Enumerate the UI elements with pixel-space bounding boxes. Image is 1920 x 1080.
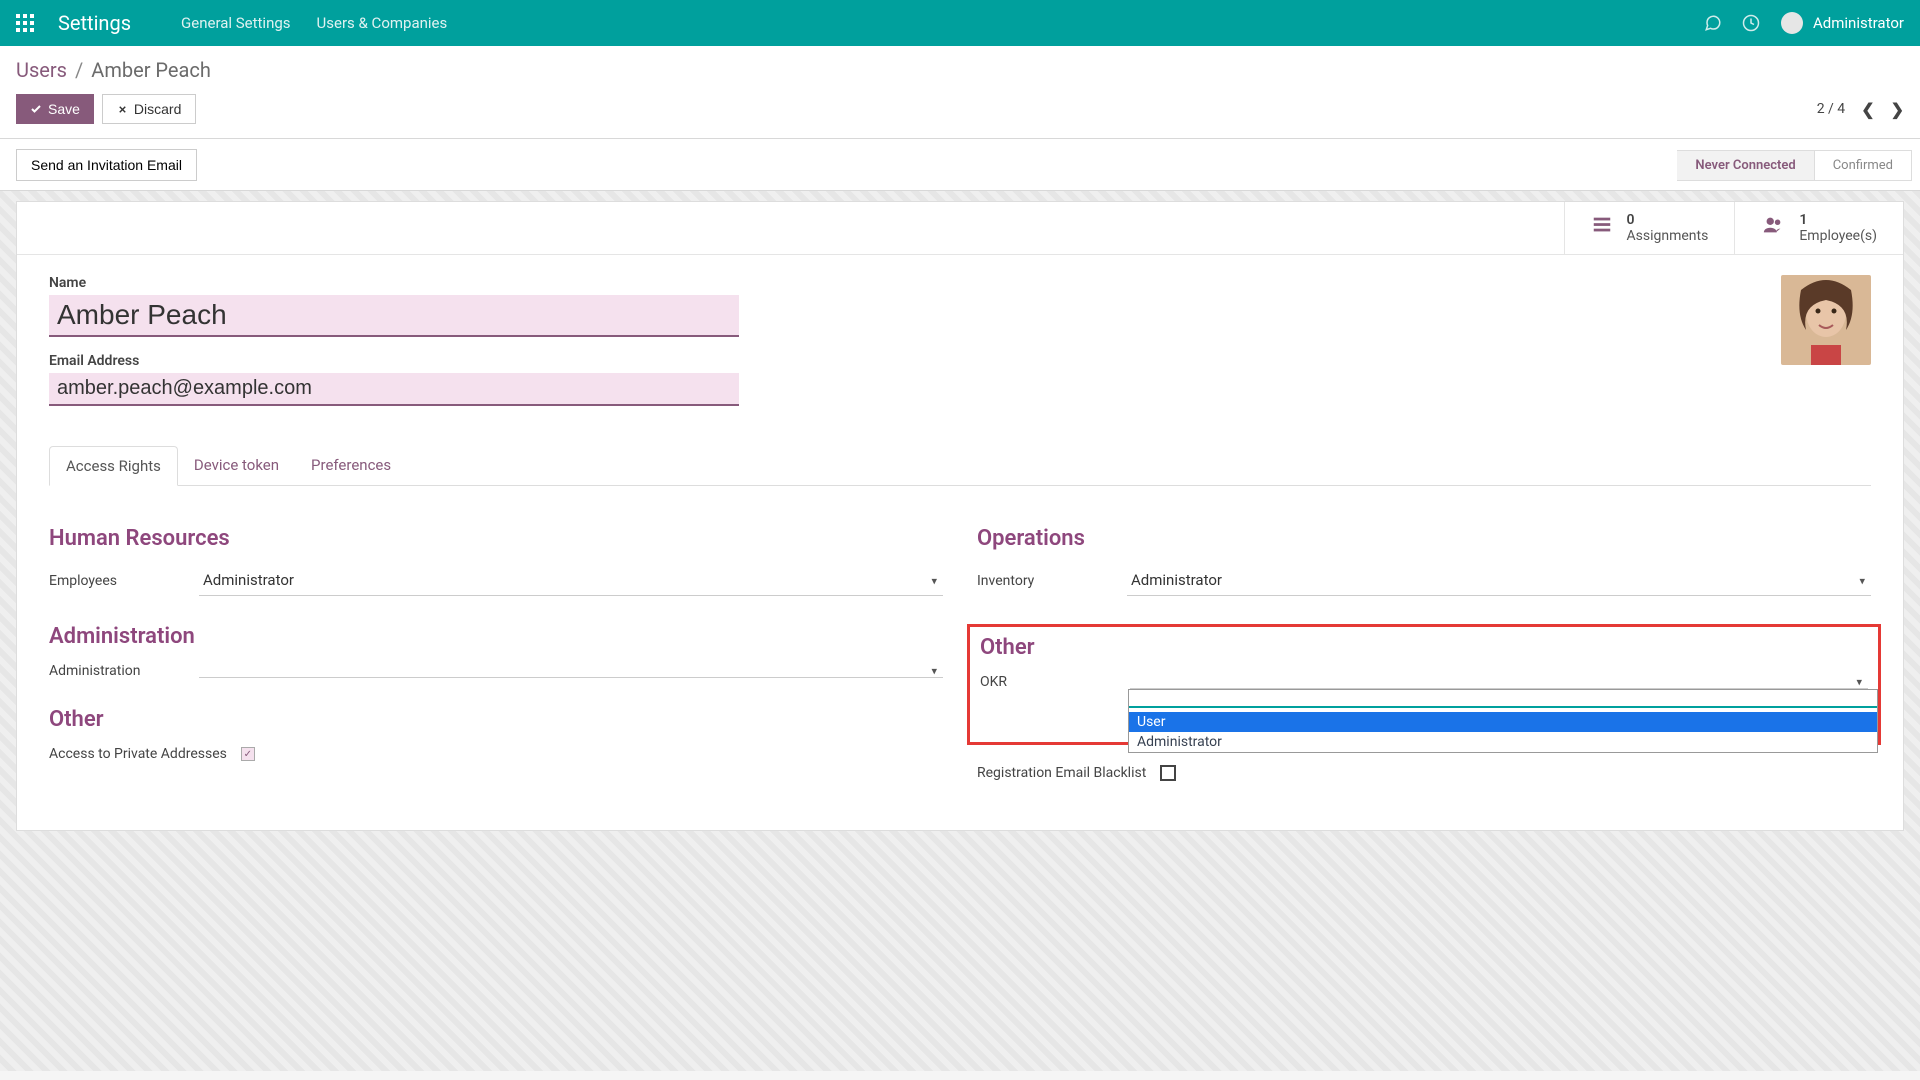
reg-blacklist-label: Registration Email Blacklist [977, 765, 1146, 781]
email-input[interactable] [49, 373, 739, 406]
discard-label: Discard [134, 101, 181, 117]
reg-blacklist-checkbox[interactable] [1160, 765, 1176, 781]
stat-buttons: 0 Assignments 1 Employee(s) [17, 202, 1903, 255]
administration-select[interactable] [199, 665, 943, 678]
private-addresses-label: Access to Private Addresses [49, 746, 227, 762]
assignments-label: Assignments [1627, 228, 1709, 244]
stat-assignments[interactable]: 0 Assignments [1564, 202, 1735, 254]
administration-field-label: Administration [49, 663, 199, 679]
email-label: Email Address [49, 353, 1871, 369]
activity-icon[interactable] [1739, 11, 1763, 35]
statusbar: Send an Invitation Email Never Connected… [0, 139, 1920, 191]
breadcrumb-current: Amber Peach [91, 58, 211, 82]
name-label: Name [49, 275, 1871, 291]
user-avatar[interactable] [1781, 12, 1803, 34]
pager-text: 2 / 4 [1817, 101, 1845, 117]
discard-button[interactable]: Discard [102, 94, 196, 124]
dropdown-option-admin[interactable]: Administrator [1129, 732, 1877, 752]
dropdown-option-user[interactable]: User [1129, 712, 1877, 732]
apps-icon[interactable] [16, 14, 34, 32]
breadcrumb-parent[interactable]: Users [16, 58, 67, 82]
stat-employees[interactable]: 1 Employee(s) [1734, 202, 1903, 254]
highlighted-section: Other OKR ▾ User Administr [967, 624, 1881, 745]
status-never-connected[interactable]: Never Connected [1677, 150, 1814, 181]
nav-users-companies[interactable]: Users & Companies [317, 14, 448, 32]
status-confirmed[interactable]: Confirmed [1815, 150, 1912, 181]
private-addresses-checkbox[interactable]: ✓ [241, 747, 255, 761]
okr-select[interactable] [1130, 676, 1868, 689]
okr-field-label: OKR [980, 674, 1130, 690]
breadcrumb-sep: / [75, 58, 83, 82]
save-button[interactable]: Save [16, 94, 94, 124]
section-hr: Human Resources [49, 526, 943, 551]
pager: 2 / 4 ❮ ❯ [1817, 100, 1904, 119]
section-admin: Administration [49, 624, 943, 649]
nav-general-settings[interactable]: General Settings [181, 14, 291, 32]
tab-access-rights[interactable]: Access Rights [49, 446, 178, 486]
pager-prev-icon[interactable]: ❮ [1861, 100, 1874, 119]
user-photo[interactable] [1781, 275, 1871, 365]
okr-dropdown: User Administrator [1128, 689, 1878, 753]
action-bar: Save Discard 2 / 4 ❮ ❯ [0, 88, 1920, 139]
left-column: Human Resources Employees Administrator … [49, 526, 943, 790]
assignments-count: 0 [1627, 212, 1709, 228]
section-ops: Operations [977, 526, 1871, 551]
employees-icon [1761, 214, 1785, 242]
assignments-icon [1591, 214, 1613, 242]
tabs: Access Rights Device token Preferences [49, 446, 1871, 486]
employees-field-label: Employees [49, 573, 199, 589]
save-label: Save [48, 101, 80, 117]
name-input[interactable] [49, 295, 739, 337]
messaging-icon[interactable] [1701, 11, 1725, 35]
employees-select[interactable]: Administrator [199, 565, 943, 596]
section-other-right: Other [980, 635, 1868, 660]
tab-preferences[interactable]: Preferences [295, 446, 407, 485]
inventory-field-label: Inventory [977, 573, 1127, 589]
status-steps: Never Connected Confirmed [1677, 150, 1912, 180]
brand-title: Settings [58, 11, 131, 35]
form-sheet: 0 Assignments 1 Employee(s) Name Emai [16, 201, 1904, 831]
send-invitation-button[interactable]: Send an Invitation Email [16, 149, 197, 181]
username[interactable]: Administrator [1813, 14, 1904, 32]
tab-content: Human Resources Employees Administrator … [49, 486, 1871, 790]
employees-label: Employee(s) [1799, 228, 1877, 244]
dropdown-search[interactable] [1129, 690, 1877, 708]
page-body: Send an Invitation Email Never Connected… [0, 139, 1920, 1071]
right-column: Operations Inventory Administrator ▾ Oth… [977, 526, 1871, 790]
breadcrumb: Users / Amber Peach [0, 46, 1920, 88]
employees-count: 1 [1799, 212, 1877, 228]
inventory-select[interactable]: Administrator [1127, 565, 1871, 596]
section-other-left: Other [49, 707, 943, 732]
navbar: Settings General Settings Users & Compan… [0, 0, 1920, 46]
tab-device-token[interactable]: Device token [178, 446, 295, 485]
pager-next-icon[interactable]: ❯ [1891, 100, 1904, 119]
